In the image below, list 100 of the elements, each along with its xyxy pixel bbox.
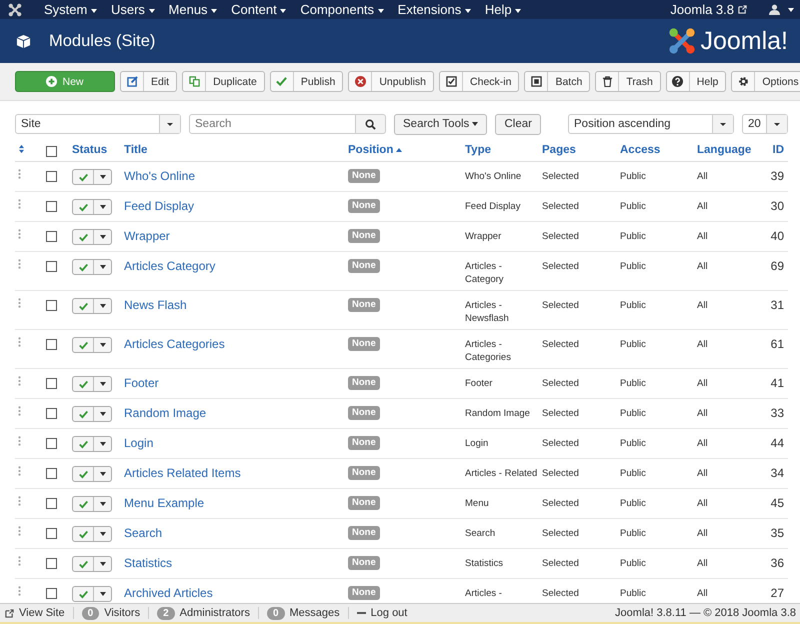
module-title-link[interactable]: News Flash <box>124 298 187 312</box>
drag-handle-icon[interactable] <box>18 466 21 476</box>
view-site-link[interactable]: View Site <box>19 607 65 619</box>
status-toggle[interactable] <box>72 259 112 275</box>
user-icon[interactable] <box>769 4 780 15</box>
status-toggle[interactable] <box>72 496 112 512</box>
sort-icon[interactable] <box>18 144 25 154</box>
module-title-link[interactable]: Wrapper <box>124 229 170 243</box>
drag-handle-icon[interactable] <box>18 259 21 269</box>
status-toggle[interactable] <box>72 298 112 314</box>
module-title-link[interactable]: Articles Category <box>124 259 216 273</box>
toolbar-button[interactable]: Batch <box>524 71 590 92</box>
site-link[interactable]: Joomla 3.8 <box>670 2 734 17</box>
column-header[interactable]: ID <box>772 144 784 156</box>
nav-menu[interactable]: Extensions <box>398 2 471 17</box>
drag-handle-icon[interactable] <box>18 526 21 536</box>
module-title-link[interactable]: Articles Categories <box>124 337 225 351</box>
status-toggle[interactable] <box>72 376 112 392</box>
toolbar-button[interactable]: Options <box>731 71 800 92</box>
caret-icon[interactable] <box>788 8 794 12</box>
module-title-link[interactable]: Articles Related Items <box>124 466 241 480</box>
clear-button[interactable]: Clear <box>495 114 541 134</box>
drag-handle-icon[interactable] <box>18 436 21 446</box>
module-title-link[interactable]: Feed Display <box>124 199 194 213</box>
search-button[interactable] <box>356 114 386 134</box>
module-type: Who's Online <box>465 170 522 183</box>
drag-handle-icon[interactable] <box>18 586 21 596</box>
row-checkbox[interactable] <box>46 408 57 419</box>
module-title-link[interactable]: Random Image <box>124 406 206 420</box>
row-checkbox[interactable] <box>46 528 57 539</box>
row-checkbox[interactable] <box>46 498 57 509</box>
column-header[interactable]: Title <box>124 144 148 156</box>
logout-link[interactable]: Log out <box>370 607 408 619</box>
module-title-link[interactable]: Login <box>124 436 154 450</box>
column-header[interactable]: Access <box>620 144 660 156</box>
row-checkbox[interactable] <box>46 558 57 569</box>
status-toggle[interactable] <box>72 199 112 215</box>
column-header[interactable]: Position <box>348 144 402 156</box>
toolbar-button[interactable]: Unpublish <box>348 71 434 92</box>
row-checkbox[interactable] <box>46 201 57 212</box>
search-field[interactable]: Search <box>189 114 356 134</box>
row-checkbox[interactable] <box>46 588 57 599</box>
column-header[interactable]: Status <box>72 144 108 156</box>
column-header[interactable]: Language <box>697 144 752 156</box>
status-toggle[interactable] <box>72 229 112 245</box>
row-checkbox[interactable] <box>46 378 57 389</box>
joomla-icon[interactable] <box>8 2 22 16</box>
nav-menu[interactable]: Content <box>231 2 286 17</box>
drag-handle-icon[interactable] <box>18 496 21 506</box>
drag-handle-icon[interactable] <box>18 376 21 386</box>
row-checkbox[interactable] <box>46 171 57 182</box>
drag-handle-icon[interactable] <box>18 406 21 416</box>
row-checkbox[interactable] <box>46 231 57 242</box>
status-toggle[interactable] <box>72 466 112 482</box>
drag-handle-icon[interactable] <box>18 169 21 179</box>
status-toggle[interactable] <box>72 337 112 353</box>
status-link[interactable]: Messages <box>290 607 340 619</box>
column-header[interactable]: Type <box>465 144 491 156</box>
status-toggle[interactable] <box>72 169 112 185</box>
limit-select[interactable]: 20 <box>742 114 788 134</box>
nav-menu[interactable]: Menus <box>168 2 218 17</box>
module-title-link[interactable]: Footer <box>124 376 159 390</box>
ordering-select[interactable]: Position ascending <box>568 114 734 134</box>
drag-handle-icon[interactable] <box>18 229 21 239</box>
module-title-link[interactable]: Archived Articles <box>124 586 213 600</box>
row-checkbox[interactable] <box>46 300 57 311</box>
row-checkbox[interactable] <box>46 339 57 350</box>
nav-menu[interactable]: Users <box>110 2 155 17</box>
row-checkbox[interactable] <box>46 468 57 479</box>
module-title-link[interactable]: Statistics <box>124 556 172 570</box>
drag-handle-icon[interactable] <box>18 556 21 566</box>
toolbar-button[interactable]: Duplicate <box>182 71 265 92</box>
row-checkbox[interactable] <box>46 438 57 449</box>
status-toggle[interactable] <box>72 526 112 542</box>
column-header[interactable]: Pages <box>542 144 576 156</box>
toolbar-button[interactable]: Edit <box>120 71 178 92</box>
search-tools-button[interactable]: Search Tools <box>394 114 488 134</box>
status-toggle[interactable] <box>72 556 112 572</box>
row-checkbox[interactable] <box>46 261 57 272</box>
toolbar-button[interactable]: Help <box>666 71 726 92</box>
status-link[interactable]: Visitors <box>104 607 140 619</box>
toolbar-button[interactable]: Trash <box>595 71 661 92</box>
module-title-link[interactable]: Menu Example <box>124 496 204 510</box>
drag-handle-icon[interactable] <box>18 199 21 209</box>
toolbar-button[interactable]: Check-in <box>439 71 520 92</box>
module-title-link[interactable]: Search <box>124 526 162 540</box>
status-toggle[interactable] <box>72 406 112 422</box>
status-toggle[interactable] <box>72 586 112 602</box>
drag-handle-icon[interactable] <box>18 337 21 347</box>
module-title-link[interactable]: Who's Online <box>124 169 195 183</box>
nav-menu[interactable]: System <box>44 2 97 17</box>
status-toggle[interactable] <box>72 436 112 452</box>
status-link[interactable]: Administrators <box>180 607 250 619</box>
select-all-checkbox[interactable] <box>46 146 57 157</box>
toolbar-button[interactable]: Publish <box>270 71 344 92</box>
id-value: 27 <box>770 586 784 600</box>
nav-menu[interactable]: Help <box>484 2 522 17</box>
client-select[interactable]: Site <box>15 114 181 134</box>
drag-handle-icon[interactable] <box>18 298 21 308</box>
nav-menu[interactable]: Components <box>300 2 384 17</box>
